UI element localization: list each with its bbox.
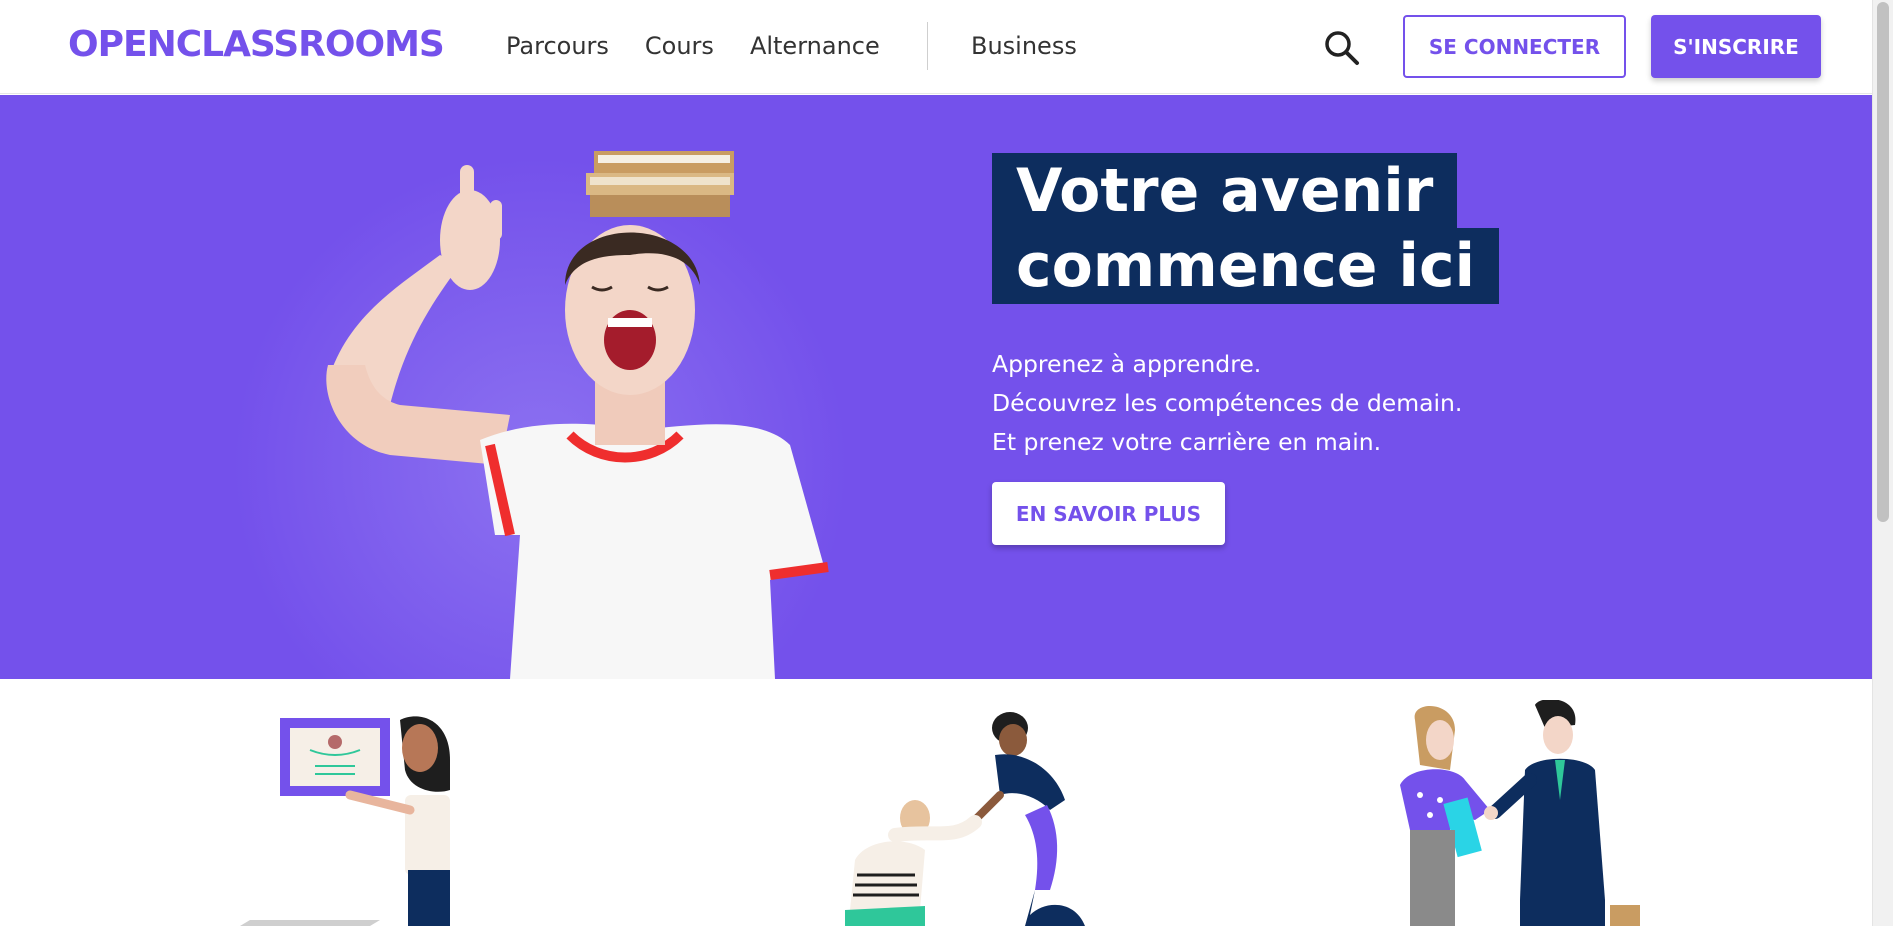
- signup-button[interactable]: S'INSCRIRE: [1651, 15, 1821, 78]
- search-icon[interactable]: [1322, 28, 1362, 68]
- handshake-illustration: [1400, 700, 1640, 926]
- main-nav: Parcours Cours Alternance: [506, 32, 916, 60]
- vertical-scrollbar[interactable]: [1872, 0, 1893, 926]
- nav-business[interactable]: Business: [971, 32, 1077, 60]
- site-header: OPENCLASSROOMS Parcours Cours Alternance…: [0, 0, 1872, 94]
- nav-parcours[interactable]: Parcours: [506, 32, 609, 60]
- hero-subtitle: Apprenez à apprendre. Découvrez les comp…: [992, 345, 1462, 462]
- openclassrooms-logo[interactable]: OPENCLASSROOMS: [68, 24, 445, 65]
- nav-divider: [927, 22, 928, 70]
- woman-with-books-image: [326, 151, 829, 679]
- nav-alternance[interactable]: Alternance: [750, 32, 880, 60]
- hero-subtitle-line: Découvrez les compétences de demain.: [992, 389, 1463, 417]
- hero-subtitle-line: Apprenez à apprendre.: [992, 350, 1262, 378]
- hero-title-line2: commence ici: [992, 228, 1500, 304]
- helping-hand-illustration: [845, 712, 1085, 926]
- hero-banner: Votre avenir commence ici Apprenez à app…: [0, 95, 1872, 679]
- nav-cours[interactable]: Cours: [645, 32, 714, 60]
- scrollbar-thumb[interactable]: [1877, 2, 1889, 522]
- hero-title-line1: Votre avenir: [992, 153, 1458, 229]
- hero-title: Votre avenir commence ici: [992, 153, 1500, 304]
- hero-subtitle-line: Et prenez votre carrière en main.: [992, 428, 1382, 456]
- diploma-illustration: [240, 716, 450, 926]
- login-button[interactable]: SE CONNECTER: [1403, 15, 1626, 78]
- learn-more-button[interactable]: EN SAVOIR PLUS: [992, 482, 1225, 545]
